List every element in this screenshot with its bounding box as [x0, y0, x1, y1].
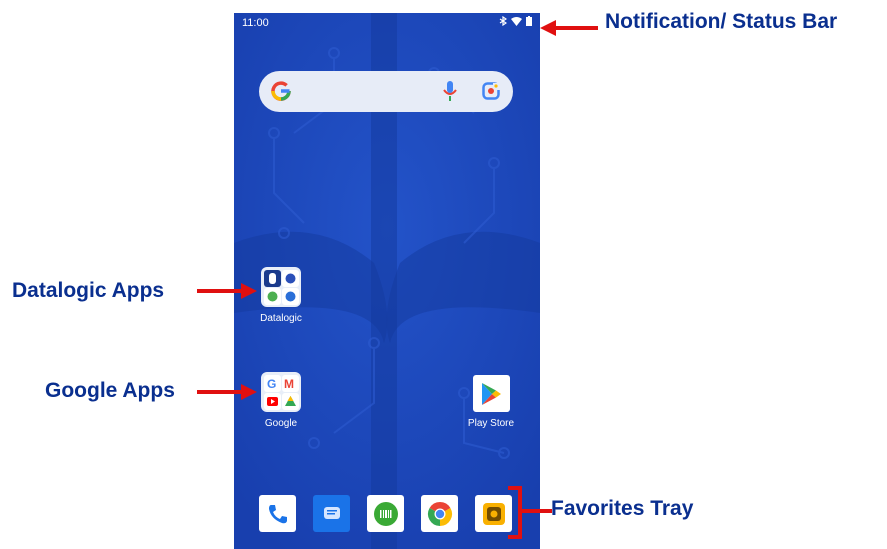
datalogic-folder-label: Datalogic [260, 313, 302, 324]
svg-text:M: M [284, 377, 294, 391]
google-folder-label: Google [264, 418, 298, 429]
play-store-app[interactable]: Play Store [456, 375, 526, 429]
chrome-icon[interactable] [421, 495, 458, 532]
datalogic-folder-icon [261, 267, 301, 307]
google-lens-icon[interactable] [482, 82, 500, 100]
mic-icon[interactable] [443, 80, 457, 102]
favorites-tray [259, 495, 512, 532]
google-apps-callout: Google Apps [45, 379, 175, 402]
battery-icon [526, 16, 532, 26]
favorites-tray-bracket [508, 486, 552, 539]
play-store-icon [472, 375, 510, 412]
datalogic-apps-callout: Datalogic Apps [12, 279, 165, 302]
status-time: 11:00 [242, 17, 269, 29]
google-apps-arrow [197, 384, 257, 400]
google-logo-icon [271, 81, 291, 101]
status-icons[interactable] [499, 16, 532, 26]
phone-screen: 11:00 Datalogic G M Google Play Store [234, 13, 540, 549]
status-bar-arrow [540, 20, 598, 36]
messages-icon[interactable] [313, 495, 350, 532]
favorites-tray-callout: Favorites Tray [551, 497, 694, 520]
play-store-label: Play Store [467, 418, 515, 429]
scanner-icon[interactable] [367, 495, 404, 532]
svg-text:G: G [267, 377, 276, 391]
google-folder-icon: G M [261, 372, 301, 412]
wifi-icon [511, 16, 522, 26]
status-bar-callout: Notification/ Status Bar [605, 10, 838, 33]
datalogic-apps-arrow [197, 283, 257, 299]
phone-icon[interactable] [259, 495, 296, 532]
google-search-bar[interactable] [259, 71, 513, 112]
bluetooth-icon [499, 16, 507, 26]
